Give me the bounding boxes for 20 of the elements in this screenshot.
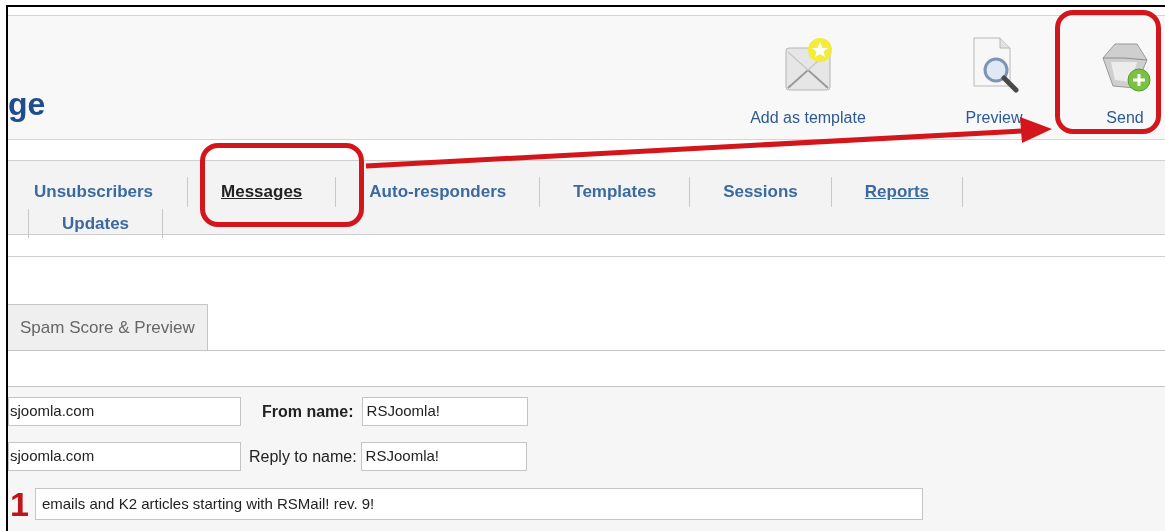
toolbar-button[interactable]: Preview [949,36,1039,130]
nav-link[interactable]: Messages [188,177,337,207]
nav-link[interactable]: Updates [28,208,164,238]
field-label: From name: [262,401,354,422]
page-title: ge [8,88,46,120]
nav-link[interactable]: Unsubscribers [26,177,189,207]
tab[interactable]: Spam Score & Preview [8,304,208,350]
input-field[interactable]: sjoomla.com [8,442,241,471]
input-field[interactable]: emails and K2 articles starting with RSMail! rev. 9! [34,488,923,520]
step-number: 1 [10,487,29,521]
toolbar-button[interactable]: Add as template [723,36,893,130]
nav-link[interactable]: Reports [831,177,963,207]
nav-link[interactable]: Templates [540,177,691,207]
nav-link[interactable]: Sessions [690,177,832,207]
input-field[interactable]: RSJoomla! [361,397,528,426]
input-field[interactable]: RSJoomla! [360,442,527,471]
toolbar-button[interactable]: Send [1095,40,1155,130]
field-label: Reply to name: [249,446,357,467]
input-field[interactable]: sjoomla.com [8,397,241,426]
nav-link[interactable]: Auto-responders [336,177,541,207]
